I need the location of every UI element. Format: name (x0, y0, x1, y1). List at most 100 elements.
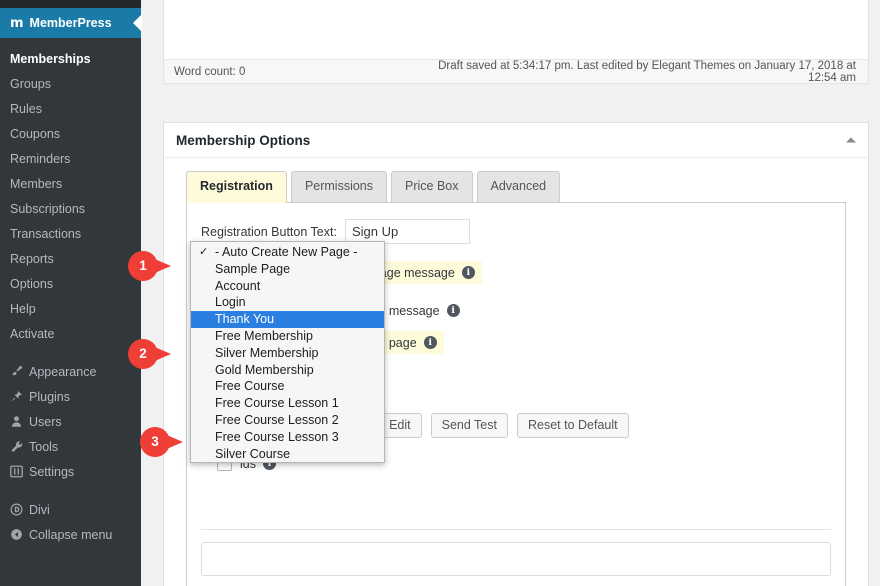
sidebar-item-label: Tools (29, 440, 58, 454)
sidebar-item-label: Groups (10, 77, 51, 91)
sidebar-item-groups[interactable]: Groups (0, 71, 141, 96)
wrench-icon (10, 440, 29, 453)
sidebar-item-divi[interactable]: Divi (0, 497, 141, 522)
post-editor-panel: Word count: 0 Draft saved at 5:34:17 pm.… (163, 0, 869, 84)
chevron-up-icon[interactable] (846, 138, 856, 143)
registration-notice-box (201, 542, 831, 576)
secondary-menu: Divi Collapse menu (0, 497, 141, 547)
paintbrush-icon (10, 365, 29, 378)
sidebar-item-label: Rules (10, 102, 42, 116)
callout-pin-2: 2 (128, 339, 172, 369)
submenu-pointer-icon (133, 14, 142, 32)
tab-registration[interactable]: Registration (186, 171, 287, 203)
dropdown-option[interactable]: Free Membership (191, 328, 384, 345)
memberpress-logo-icon: m (10, 17, 23, 30)
dropdown-option[interactable]: Login (191, 294, 384, 311)
sidebar-item-label: Members (10, 177, 62, 191)
callout-pin-1: 1 (128, 251, 172, 281)
dropdown-option[interactable]: Free Course Lesson 1 (191, 395, 384, 412)
sidebar-item-reports[interactable]: Reports (0, 246, 141, 271)
memberpress-brand-label: MemberPress (30, 16, 112, 30)
sidebar-item-appearance[interactable]: Appearance (0, 359, 141, 384)
tab-label: Price Box (405, 179, 459, 193)
tab-price-box[interactable]: Price Box (391, 171, 473, 203)
sidebar-divider-2 (0, 484, 141, 497)
dropdown-option[interactable]: Account (191, 278, 384, 295)
screen-root: m MemberPress Memberships Groups Rules C… (0, 0, 880, 586)
sidebar-item-settings[interactable]: Settings (0, 459, 141, 484)
sidebar-item-label: Appearance (29, 365, 96, 379)
sidebar-item-users[interactable]: Users (0, 409, 141, 434)
sidebar-item-help[interactable]: Help (0, 296, 141, 321)
user-icon (10, 415, 29, 428)
sidebar-item-plugins[interactable]: Plugins (0, 384, 141, 409)
wordpress-core-menu: Appearance Plugins Users Tools (0, 359, 141, 484)
tab-permissions[interactable]: Permissions (291, 171, 387, 203)
sidebar-item-reminders[interactable]: Reminders (0, 146, 141, 171)
sidebar-item-label: Coupons (10, 127, 60, 141)
sidebar-item-memberships[interactable]: Memberships (0, 46, 141, 71)
sliders-icon (10, 465, 29, 478)
section-divider (201, 529, 831, 530)
dropdown-option[interactable]: Silver Membership (191, 345, 384, 362)
tab-label: Advanced (491, 179, 547, 193)
draft-saved-label: Draft saved at 5:34:17 pm. Last edited b… (434, 60, 868, 84)
sidebar-item-label: Divi (29, 503, 50, 517)
tab-label: Registration (200, 179, 273, 193)
collapse-arrow-icon (10, 528, 29, 541)
tab-label: Permissions (305, 179, 373, 193)
sidebar-item-options[interactable]: Options (0, 271, 141, 296)
sidebar-item-label: Options (10, 277, 53, 291)
sidebar-divider (0, 346, 141, 359)
dropdown-option[interactable]: Free Course (191, 378, 384, 395)
sidebar-item-label: Memberships (10, 52, 91, 66)
memberpress-submenu: Memberships Groups Rules Coupons Reminde… (0, 38, 141, 346)
sidebar-item-label: Reports (10, 252, 54, 266)
sidebar-item-transactions[interactable]: Transactions (0, 221, 141, 246)
send-test-button[interactable]: Send Test (431, 413, 508, 438)
callout-pin-3: 3 (140, 427, 184, 457)
divi-icon (10, 503, 29, 516)
sidebar-item-activate[interactable]: Activate (0, 321, 141, 346)
sidebar-item-label: Activate (10, 327, 54, 341)
callout-number: 3 (140, 427, 170, 457)
dropdown-option[interactable]: Gold Membership (191, 362, 384, 379)
word-count-label: Word count: 0 (164, 66, 434, 78)
membership-options-header: Membership Options (164, 123, 868, 158)
registration-button-text-label: Registration Button Text: (201, 225, 337, 239)
page-title: Membership Options (176, 133, 310, 148)
admin-sidebar: m MemberPress Memberships Groups Rules C… (0, 0, 141, 586)
plug-icon (10, 390, 29, 403)
callout-number: 1 (128, 251, 158, 281)
dropdown-option[interactable]: Free Course Lesson 3 (191, 429, 384, 446)
reset-to-default-button[interactable]: Reset to Default (517, 413, 629, 438)
sidebar-item-coupons[interactable]: Coupons (0, 121, 141, 146)
editor-status-bar: Word count: 0 Draft saved at 5:34:17 pm.… (164, 59, 868, 83)
dropdown-option[interactable]: Silver Course (191, 446, 384, 463)
sidebar-item-label: Collapse menu (29, 528, 112, 542)
sidebar-item-label: Subscriptions (10, 202, 85, 216)
dropdown-option[interactable]: Sample Page (191, 261, 384, 278)
sidebar-item-label: Plugins (29, 390, 70, 404)
main-content: Word count: 0 Draft saved at 5:34:17 pm.… (141, 0, 880, 586)
sidebar-item-collapse-menu[interactable]: Collapse menu (0, 522, 141, 547)
sidebar-item-subscriptions[interactable]: Subscriptions (0, 196, 141, 221)
sidebar-item-label: Users (29, 415, 62, 429)
sidebar-item-label: Help (10, 302, 36, 316)
sidebar-item-rules[interactable]: Rules (0, 96, 141, 121)
sidebar-item-label: Reminders (10, 152, 70, 166)
sidebar-item-label: Settings (29, 465, 74, 479)
sidebar-item-tools[interactable]: Tools (0, 434, 141, 459)
info-icon[interactable]: i (424, 336, 437, 349)
sidebar-item-members[interactable]: Members (0, 171, 141, 196)
dropdown-option-selected[interactable]: Thank You (191, 311, 384, 328)
tab-advanced[interactable]: Advanced (477, 171, 561, 203)
dropdown-option[interactable]: Free Course Lesson 2 (191, 412, 384, 429)
admin-bar-strip (0, 0, 141, 8)
dropdown-option[interactable]: - Auto Create New Page - (191, 244, 384, 261)
thankyou-page-dropdown[interactable]: - Auto Create New Page - Sample Page Acc… (190, 241, 385, 463)
callout-number: 2 (128, 339, 158, 369)
info-icon[interactable]: i (462, 266, 475, 279)
memberpress-brand-header[interactable]: m MemberPress (0, 8, 141, 38)
info-icon[interactable]: i (447, 304, 460, 317)
